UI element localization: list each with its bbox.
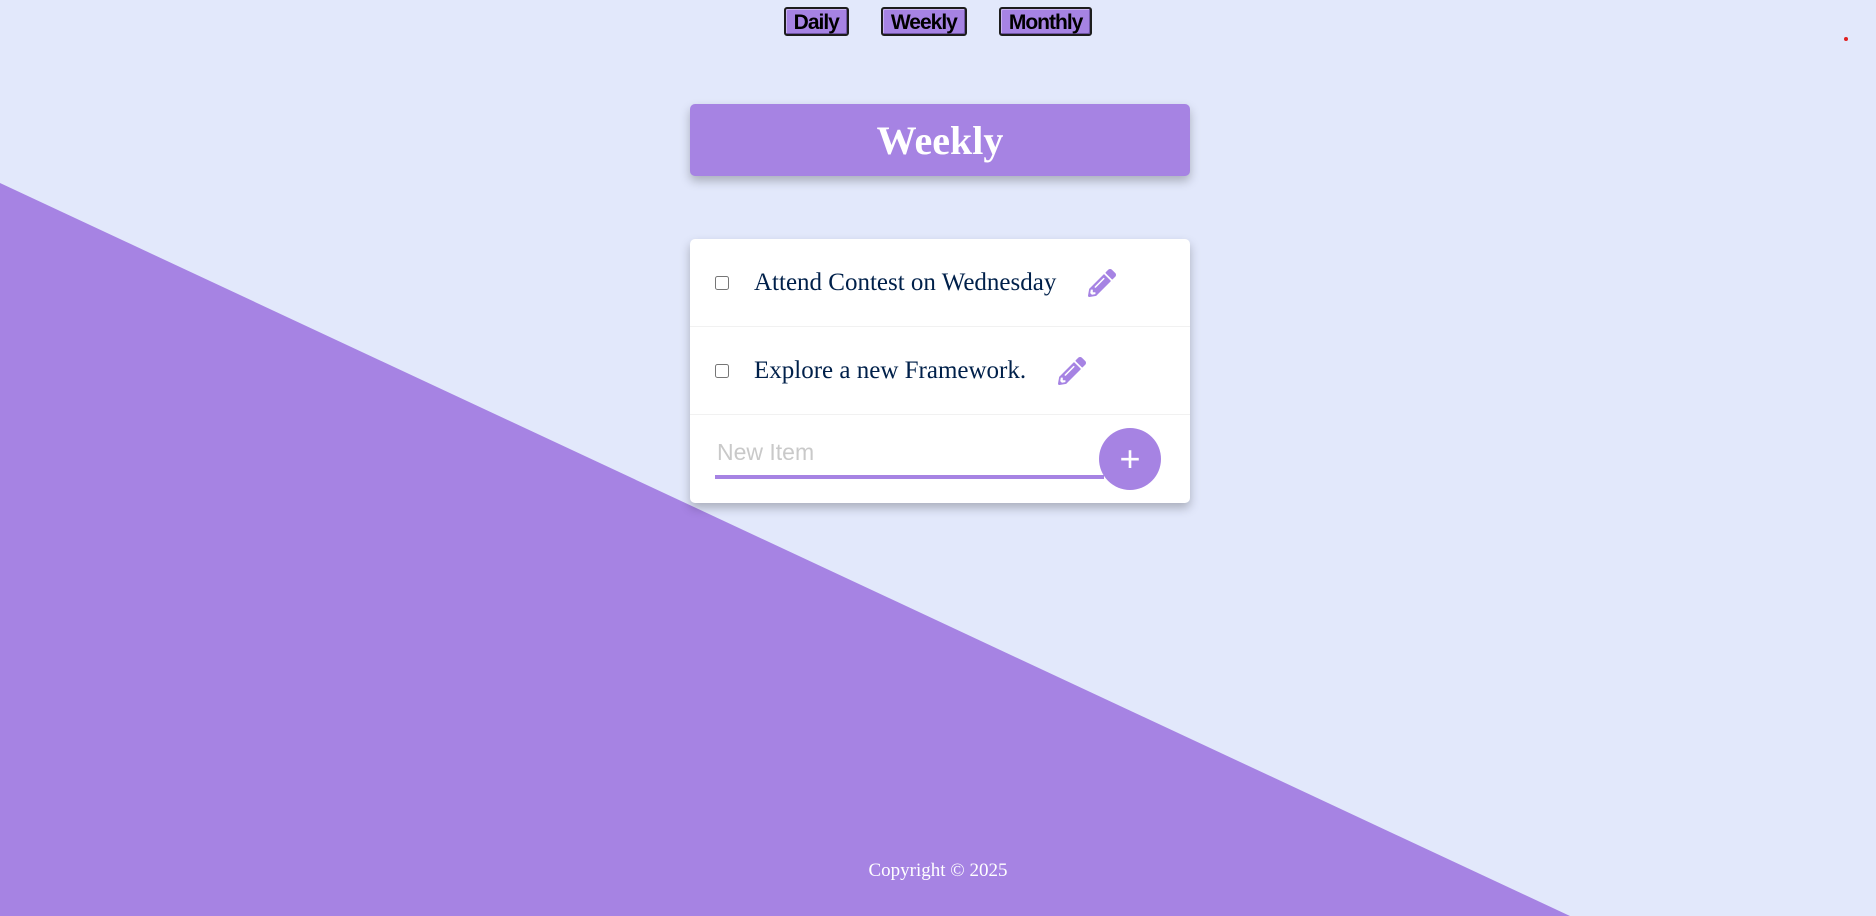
pencil-icon[interactable] bbox=[1088, 268, 1117, 297]
monthly-button[interactable]: Monthly bbox=[998, 7, 1093, 36]
list-heading: Weekly bbox=[690, 104, 1190, 176]
pencil-icon[interactable] bbox=[1058, 356, 1087, 385]
item-text: Attend Contest on Wednesday bbox=[754, 268, 1057, 296]
list-item: Attend Contest on Wednesday bbox=[690, 239, 1190, 327]
daily-button[interactable]: Daily bbox=[783, 7, 849, 36]
page-title: Weekly bbox=[876, 117, 1004, 163]
list-item: Explore a new Framework. bbox=[690, 327, 1190, 415]
weekly-button[interactable]: Weekly bbox=[880, 7, 967, 36]
top-nav: Daily Weekly Monthly bbox=[0, 7, 1876, 36]
footer-copyright: Copyright © 2025 bbox=[868, 860, 1008, 881]
item-text: Explore a new Framework. bbox=[754, 356, 1027, 384]
item-checkbox[interactable] bbox=[715, 275, 729, 290]
new-item-input[interactable] bbox=[715, 435, 1104, 479]
todo-card: Attend Contest on Wednesday Explore a ne… bbox=[690, 239, 1190, 503]
new-item-row: + bbox=[690, 415, 1190, 503]
item-checkbox[interactable] bbox=[715, 363, 729, 378]
status-dot bbox=[1844, 37, 1848, 41]
add-item-button[interactable]: + bbox=[1099, 428, 1161, 490]
